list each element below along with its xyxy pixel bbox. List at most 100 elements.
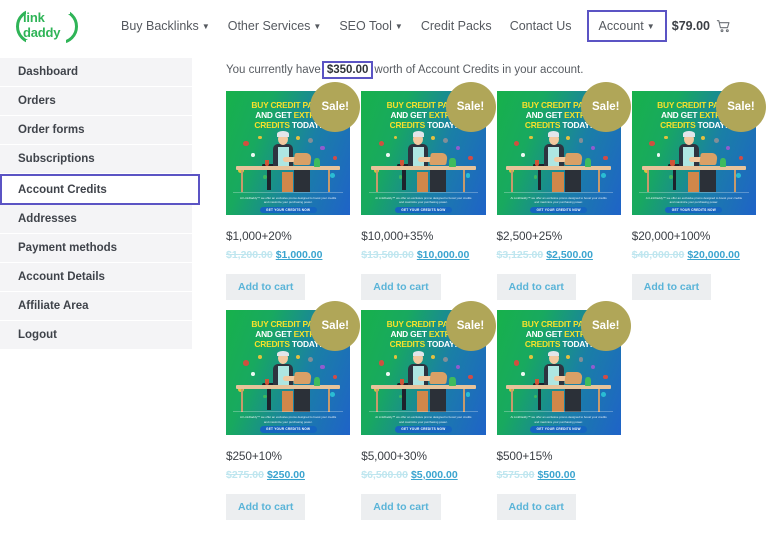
promo-decor-dot xyxy=(513,359,520,366)
main-navigation: Buy Backlinks ▼ Other Services ▼ SEO Tool ▼ Cr… xyxy=(112,10,667,42)
product-title[interactable]: $2,500+25% xyxy=(497,229,621,243)
product-thumbnail-wrap[interactable]: BUY CREDIT PACK AND GET EXTRA CREDITS TODA… xyxy=(226,82,361,216)
promo-caption: At LinkDaddy™ we offer an exclusive prom… xyxy=(375,415,472,424)
product-title[interactable]: $5,000+30% xyxy=(361,449,485,463)
product-card[interactable]: BUY CREDIT PACK AND GET EXTRA CREDITS TODA… xyxy=(631,82,766,301)
product-thumbnail-wrap[interactable]: BUY CREDIT PACK AND GET EXTRA CREDITS TODA… xyxy=(631,82,766,216)
sidebar-item-payment-methods[interactable]: Payment methods xyxy=(0,234,192,263)
shopping-cart-icon[interactable] xyxy=(716,18,732,34)
nav-item-label: Credit Packs xyxy=(420,19,492,33)
sidebar-item-addresses[interactable]: Addresses xyxy=(0,205,192,234)
promo-illustration-plant xyxy=(719,158,727,167)
promo-cta-button[interactable]: GET YOUR CREDITS NOW xyxy=(394,425,452,433)
promo-illustration-box xyxy=(417,391,429,412)
product-price-row: $1,200.00 $1,000.00 xyxy=(226,249,350,261)
promo-illustration-deskleg xyxy=(646,169,649,193)
product-price-row: $6,500.00 $5,000.00 xyxy=(361,469,485,481)
product-card[interactable]: BUY CREDIT PACK AND GET EXTRA CREDITS TODA… xyxy=(226,82,361,301)
product-title[interactable]: $250+10% xyxy=(226,449,350,463)
promo-l3a: CREDITS xyxy=(254,339,292,350)
account-credits-notice: You currently have $350.00 worth of Acco… xyxy=(226,61,756,79)
promo-decor-dot xyxy=(578,357,584,363)
product-card[interactable]: BUY CREDIT PACK AND GET EXTRA CREDITS TODA… xyxy=(226,301,361,520)
nav-item-seo-tool[interactable]: SEO Tool ▼ xyxy=(330,12,412,40)
product-title[interactable]: $1,000+20% xyxy=(226,229,350,243)
page-body: Dashboard Orders Order forms Subscriptions A… xyxy=(0,52,768,520)
product-card[interactable]: BUY CREDIT PACK AND GET EXTRA CREDITS TODA… xyxy=(496,82,631,301)
product-sale-price: $250.00 xyxy=(266,468,305,481)
promo-cta-button[interactable]: GET YOUR CREDITS NOW xyxy=(259,206,317,214)
promo-cta-button[interactable]: GET YOUR CREDITS NOW xyxy=(530,425,588,433)
promo-l3a: CREDITS xyxy=(389,339,428,350)
nav-item-buy-backlinks[interactable]: Buy Backlinks ▼ xyxy=(112,12,219,40)
product-thumbnail-wrap[interactable]: BUY CREDIT PACK AND GET EXTRA CREDITS TODA… xyxy=(496,82,631,216)
promo-cta-button[interactable]: GET YOUR CREDITS NOW xyxy=(530,206,588,214)
promo-illustration-cabinet xyxy=(429,389,446,412)
product-card[interactable]: BUY CREDIT PACK AND GET EXTRA CREDITS TODA… xyxy=(361,82,496,301)
sidebar-item-label: Payment methods xyxy=(18,242,118,254)
sidebar-item-dashboard[interactable]: Dashboard xyxy=(0,58,192,87)
product-original-price: $275.00 xyxy=(226,468,264,481)
promo-decor-dot xyxy=(600,173,606,178)
nav-item-contact-us[interactable]: Contact Us xyxy=(501,12,581,40)
promo-decor-dot xyxy=(528,135,533,140)
promo-illustration-hair xyxy=(412,131,425,137)
add-to-cart-button[interactable]: Add to cart xyxy=(496,493,576,520)
product-thumbnail-wrap[interactable]: BUY CREDIT PACK AND GET EXTRA CREDITS TODA… xyxy=(361,82,496,216)
product-title[interactable]: $20,000+100% xyxy=(632,229,756,243)
cart-area[interactable]: $79.00 xyxy=(672,18,754,34)
nav-item-account[interactable]: Account ▼ xyxy=(586,10,667,42)
promo-illustration-laptop xyxy=(563,372,584,385)
add-to-cart-button[interactable]: Add to cart xyxy=(361,274,441,301)
add-to-cart-button[interactable]: Add to cart xyxy=(226,274,306,301)
promo-illustration-laptop xyxy=(293,153,313,166)
add-to-cart-button[interactable]: Add to cart xyxy=(361,493,441,520)
product-thumbnail-wrap[interactable]: BUY CREDIT PACK AND GET EXTRA CREDITS TODA… xyxy=(226,301,361,435)
sidebar-item-orders[interactable]: Orders xyxy=(0,87,192,116)
product-title[interactable]: $500+15% xyxy=(497,449,621,463)
promo-illustration-cabinet xyxy=(294,169,311,193)
logo-notch-bottom xyxy=(26,40,66,48)
promo-cta-button[interactable]: GET YOUR CREDITS NOW xyxy=(394,206,452,214)
sidebar-item-order-forms[interactable]: Order forms xyxy=(0,116,192,145)
sidebar-item-logout[interactable]: Logout xyxy=(0,321,192,350)
promo-illustration-floor xyxy=(233,410,343,413)
promo-illustration-cup xyxy=(264,159,269,167)
product-title[interactable]: $10,000+35% xyxy=(361,229,485,243)
promo-decor-dot xyxy=(566,135,571,140)
promo-decor-dot xyxy=(258,135,263,140)
product-card[interactable]: BUY CREDIT PACK AND GET EXTRA CREDITS TODA… xyxy=(496,301,631,520)
promo-illustration-deskleg-r xyxy=(463,169,466,193)
sidebar-item-affiliate-area[interactable]: Affiliate Area xyxy=(0,292,192,321)
promo-l2a: AND GET xyxy=(255,329,294,340)
add-to-cart-button[interactable]: Add to cart xyxy=(496,274,576,301)
product-card[interactable]: BUY CREDIT PACK AND GET EXTRA CREDITS TODA… xyxy=(361,301,496,520)
promo-decor-dot xyxy=(386,372,390,377)
promo-l3a: CREDITS xyxy=(524,120,563,131)
sidebar-item-account-credits[interactable]: Account Credits xyxy=(0,174,200,205)
site-header: link daddy Buy Backlinks ▼ Other Services ▼… xyxy=(0,0,768,52)
promo-cta-button[interactable]: GET YOUR CREDITS NOW xyxy=(259,425,317,433)
promo-decor-dot xyxy=(566,354,571,359)
promo-illustration-cup xyxy=(399,159,405,167)
sidebar-item-account-details[interactable]: Account Details xyxy=(0,263,192,292)
promo-illustration-desk xyxy=(641,165,747,170)
nav-item-credit-packs[interactable]: Credit Packs xyxy=(412,12,501,40)
nav-item-other-services[interactable]: Other Services ▼ xyxy=(219,12,331,40)
product-price-row: $13,500.00 $10,000.00 xyxy=(361,249,485,261)
chevron-down-icon: ▼ xyxy=(313,22,322,31)
promo-cta-button[interactable]: GET YOUR CREDITS NOW xyxy=(665,206,723,214)
promo-illustration-laptop xyxy=(428,372,448,385)
promo-illustration-laptop xyxy=(293,372,313,385)
product-thumbnail-wrap[interactable]: BUY CREDIT PACK AND GET EXTRA CREDITS TODA… xyxy=(361,301,496,435)
add-to-cart-button[interactable]: Add to cart xyxy=(631,274,712,301)
product-thumbnail-wrap[interactable]: BUY CREDIT PACK AND GET EXTRA CREDITS TODA… xyxy=(496,301,631,435)
linkdaddy-logo[interactable]: link daddy xyxy=(10,6,86,48)
add-to-cart-button[interactable]: Add to cart xyxy=(226,493,306,520)
nav-item-label: Buy Backlinks xyxy=(121,19,199,33)
promo-illustration-cabinet xyxy=(564,169,581,193)
promo-decor-dot xyxy=(726,145,731,150)
promo-illustration-plant xyxy=(584,377,591,387)
promo-l2a: AND GET xyxy=(255,109,294,120)
sidebar-item-subscriptions[interactable]: Subscriptions xyxy=(0,145,192,174)
